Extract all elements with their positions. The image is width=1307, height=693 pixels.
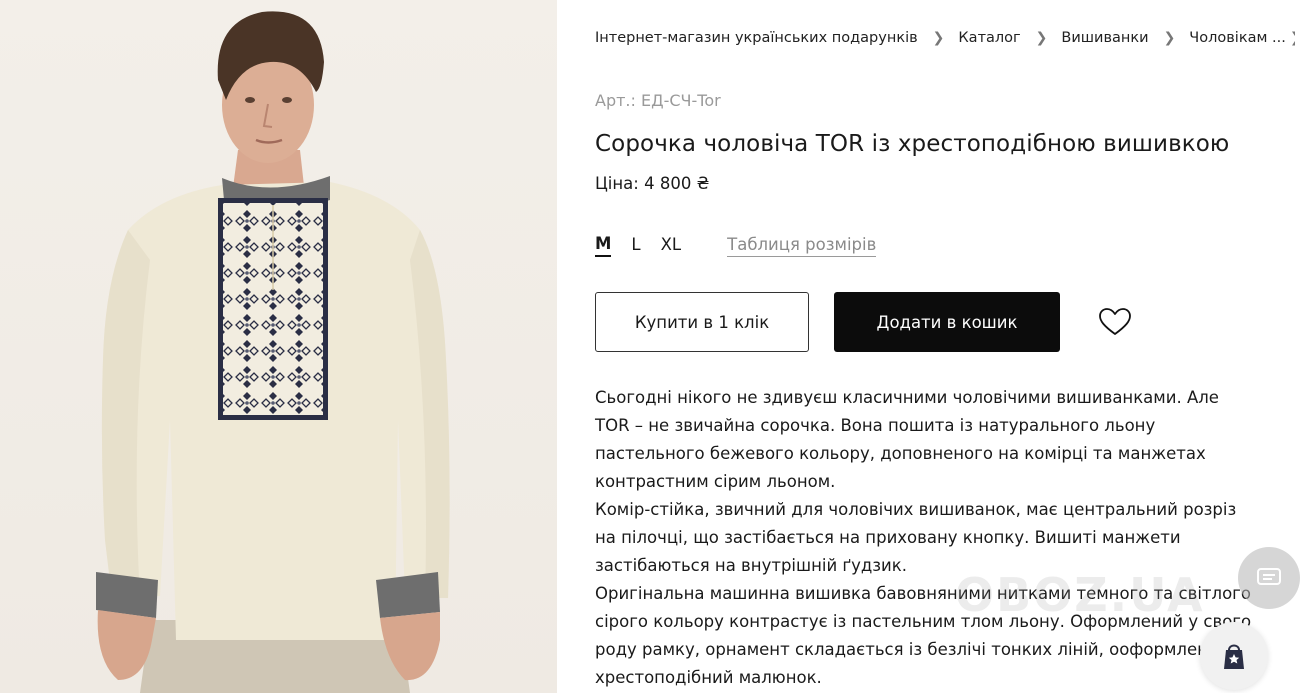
description-line: застібаються на внутрішній ґудзик. xyxy=(595,556,907,575)
breadcrumb-men[interactable]: Чоловікам ... xyxy=(1189,30,1286,46)
product-info-panel: Інтернет-магазин українських подарунків … xyxy=(595,0,1307,693)
wishlist-button[interactable] xyxy=(1098,307,1132,337)
description-line: хрестоподібний малюнок. xyxy=(595,668,822,687)
description-line: Комір-стійка, звичний для чоловічих виши… xyxy=(595,500,1237,519)
description-line: пастельного бежевого кольору, доповненог… xyxy=(595,444,1206,463)
product-title: Сорочка чоловіча TOR із хрестоподібною в… xyxy=(595,131,1230,157)
size-option-xl[interactable]: XL xyxy=(661,235,682,256)
breadcrumb-home[interactable]: Інтернет-магазин українських подарунків xyxy=(595,30,918,46)
description-line: контрастним сірим льоном. xyxy=(595,472,836,491)
breadcrumb: Інтернет-магазин українських подарунків … xyxy=(595,28,1295,48)
size-option-l[interactable]: L xyxy=(631,235,640,256)
product-sku: Арт.: ЕД-СЧ-Tor xyxy=(595,91,721,110)
size-option-m[interactable]: M xyxy=(595,234,612,257)
size-chart-link[interactable]: Таблиця розмірів xyxy=(727,235,877,257)
description-line: Оригінальна машинна вишивка бавовняними … xyxy=(595,584,1251,603)
product-price: Ціна: 4 800 ₴ xyxy=(595,174,710,193)
cart-button[interactable] xyxy=(1200,622,1268,690)
breadcrumb-catalog[interactable]: Каталог xyxy=(958,30,1020,46)
model-wearing-shirt-image xyxy=(96,11,450,693)
buy-one-click-button[interactable]: Купити в 1 клік xyxy=(595,292,809,352)
description-line: роду рамку, орнамент складається із безл… xyxy=(595,640,1244,659)
product-description: Сьогодні нікого не здивуєш класичними чо… xyxy=(595,384,1285,692)
description-line: на пілочці, що застібається на приховану… xyxy=(595,528,1181,547)
chevron-right-icon: ❯ xyxy=(1163,30,1176,46)
chevron-right-icon: ❯ xyxy=(1290,30,1295,46)
cart-icon xyxy=(1224,644,1244,669)
add-to-cart-button[interactable]: Додати в кошик xyxy=(834,292,1060,352)
description-line: TOR – не звичайна сорочка. Вона пошита і… xyxy=(595,416,1156,435)
size-selector: M L XL Таблиця розмірів xyxy=(595,234,877,257)
chat-icon xyxy=(1257,568,1281,585)
heart-icon xyxy=(1099,308,1131,335)
chevron-right-icon: ❯ xyxy=(932,30,945,46)
product-photo[interactable] xyxy=(0,0,557,693)
description-line: Сьогодні нікого не здивуєш класичними чо… xyxy=(595,388,1219,407)
chevron-right-icon: ❯ xyxy=(1035,30,1048,46)
breadcrumb-vyshyvanky[interactable]: Вишиванки xyxy=(1061,30,1148,46)
description-line: сірого кольору контрастує із пастельним … xyxy=(595,612,1252,631)
chat-button[interactable] xyxy=(1238,547,1300,609)
